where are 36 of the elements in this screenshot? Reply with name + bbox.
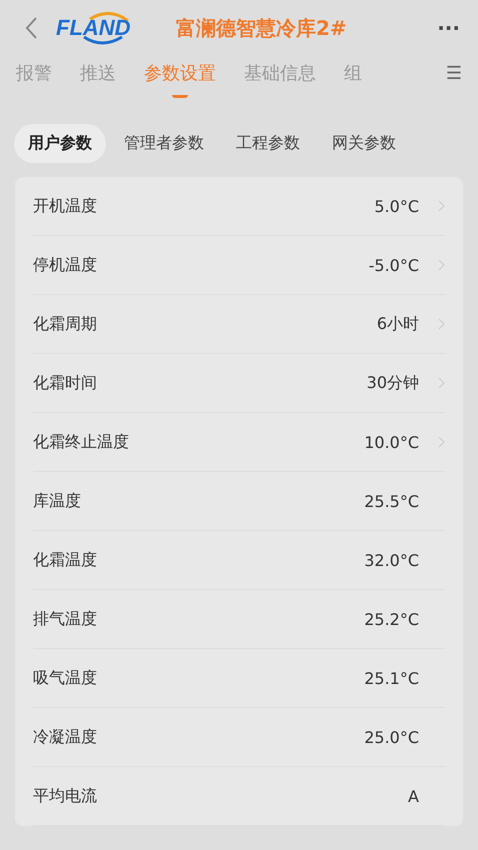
subtab[interactable]: 工程参数 bbox=[222, 124, 314, 163]
subtab[interactable]: 管理者参数 bbox=[110, 124, 218, 163]
parameter-row[interactable]: 化霜终止温度 10.0°C bbox=[33, 413, 445, 472]
parameter-value: A bbox=[408, 786, 419, 806]
parameter-value: 30分钟 bbox=[366, 372, 419, 394]
parameter-label: 化霜温度 bbox=[33, 550, 98, 570]
parameter-value: 32.0°C bbox=[364, 550, 419, 570]
parameter-label: 化霜时间 bbox=[33, 372, 98, 394]
logo: FLAND bbox=[56, 11, 156, 45]
parameter-label: 化霜终止温度 bbox=[33, 432, 130, 452]
subtab[interactable]: 网关参数 bbox=[318, 124, 410, 163]
back-icon[interactable] bbox=[24, 16, 38, 40]
parameter-label: 开机温度 bbox=[33, 196, 98, 216]
parameter-value: 25.5°C bbox=[364, 492, 419, 510]
parameter-label: 库温度 bbox=[33, 490, 82, 512]
parameter-value: 6小时 bbox=[376, 314, 419, 334]
parameter-value: 25.1°C bbox=[364, 668, 419, 688]
parameter-label: 吸气温度 bbox=[33, 668, 98, 688]
parameter-value: -5.0°C bbox=[368, 256, 419, 274]
parameter-value: 25.2°C bbox=[364, 610, 419, 628]
parameter-value: 10.0°C bbox=[364, 432, 419, 452]
parameter-value: 25.0°C bbox=[364, 728, 419, 746]
parameter-row[interactable]: 化霜周期 6小时 bbox=[33, 295, 445, 354]
page-title: 富澜德智慧冷库2# bbox=[176, 14, 348, 42]
subtab[interactable]: 用户参数 bbox=[14, 124, 106, 163]
parameter-row[interactable]: 开机温度 5.0°C bbox=[33, 177, 445, 236]
parameter-row[interactable]: 停机温度 -5.0°C bbox=[33, 236, 445, 295]
parameter-label: 停机温度 bbox=[33, 254, 98, 276]
parameter-label: 化霜周期 bbox=[33, 314, 98, 334]
parameter-row[interactable]: 化霜时间 30分钟 bbox=[33, 354, 445, 413]
parameter-label: 冷凝温度 bbox=[33, 726, 98, 748]
more-button[interactable]: ··· bbox=[437, 16, 460, 40]
parameter-label: 排气温度 bbox=[33, 608, 98, 630]
parameter-label: 平均电流 bbox=[33, 786, 98, 806]
menu-button[interactable]: ☰ bbox=[446, 56, 462, 92]
parameter-value: 5.0°C bbox=[374, 196, 419, 216]
